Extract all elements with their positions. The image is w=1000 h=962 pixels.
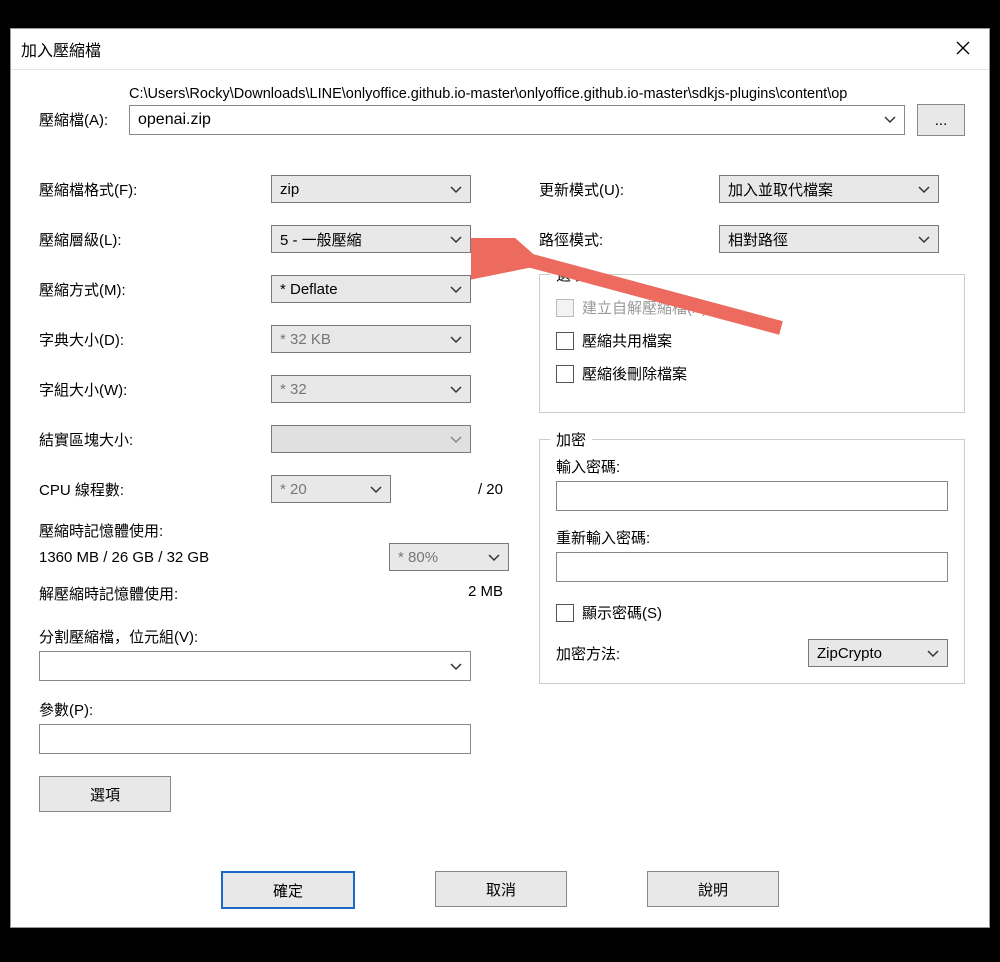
- delete-after-label: 壓縮後刪除檔案: [582, 363, 687, 384]
- delete-after-checkbox[interactable]: 壓縮後刪除檔案: [556, 363, 948, 384]
- path-mode-value: 相對路徑: [728, 229, 788, 250]
- compression-method-value: * Deflate: [280, 281, 338, 298]
- checkbox-icon: [556, 604, 574, 622]
- add-to-archive-dialog: 加入壓縮檔 壓縮檔(A): C:\Users\Rocky\Downloads\L…: [10, 28, 990, 928]
- password-label: 輸入密碼:: [556, 456, 948, 477]
- solid-block-size-dropdown[interactable]: [271, 425, 471, 453]
- dictionary-size-dropdown[interactable]: * 32 KB: [271, 325, 471, 353]
- memory-percent-dropdown[interactable]: * 80%: [389, 543, 509, 571]
- chevron-down-icon: [450, 231, 462, 248]
- path-mode-label: 路徑模式:: [539, 229, 719, 250]
- encryption-method-label: 加密方法:: [556, 643, 808, 664]
- compression-level-dropdown[interactable]: 5 - 一般壓縮: [271, 225, 471, 253]
- cancel-button-label: 取消: [486, 879, 516, 900]
- update-mode-label: 更新模式(U):: [539, 179, 719, 200]
- memory-decompress-value: 2 MB: [468, 583, 509, 604]
- ok-button[interactable]: 確定: [221, 871, 355, 909]
- split-volumes-label: 分割壓縮檔，位元組(V):: [39, 626, 509, 647]
- archive-format-label: 壓縮檔格式(F):: [39, 179, 271, 200]
- options-group: 選項 建立自解壓縮檔(X) 壓縮共用檔案 壓縮後刪除檔案: [539, 274, 965, 413]
- encryption-method-value: ZipCrypto: [817, 645, 882, 662]
- word-size-dropdown[interactable]: * 32: [271, 375, 471, 403]
- chevron-down-icon: [370, 481, 382, 498]
- word-size-label: 字組大小(W):: [39, 379, 271, 400]
- parameters-label: 參數(P):: [39, 699, 509, 720]
- update-mode-value: 加入並取代檔案: [728, 179, 833, 200]
- right-column: 更新模式(U): 加入並取代檔案 路徑模式: 相對路徑 選項: [539, 164, 965, 812]
- help-button[interactable]: 說明: [647, 871, 779, 907]
- checkbox-icon: [556, 332, 574, 350]
- sfx-checkbox-label: 建立自解壓縮檔(X): [582, 297, 707, 318]
- archive-label: 壓縮檔(A):: [39, 112, 108, 129]
- encryption-method-dropdown[interactable]: ZipCrypto: [808, 639, 948, 667]
- chevron-down-icon: [488, 549, 500, 566]
- options-button-label: 選項: [90, 784, 120, 805]
- memory-percent-value: * 80%: [398, 549, 438, 566]
- encryption-group-title: 加密: [550, 429, 592, 450]
- dialog-buttons: 確定 取消 說明: [11, 871, 989, 909]
- compression-level-value: 5 - 一般壓縮: [280, 229, 362, 250]
- options-button[interactable]: 選項: [39, 776, 171, 812]
- memory-decompress-label: 解壓縮時記憶體使用:: [39, 583, 468, 604]
- compress-shared-label: 壓縮共用檔案: [582, 330, 672, 351]
- sfx-checkbox: 建立自解壓縮檔(X): [556, 297, 948, 318]
- window-title: 加入壓縮檔: [21, 37, 101, 61]
- dialog-content: 壓縮檔(A): C:\Users\Rocky\Downloads\LINE\on…: [11, 70, 989, 812]
- encryption-group: 加密 輸入密碼: 重新輸入密碼: 顯示密碼(S) 加密方法:: [539, 439, 965, 684]
- chevron-down-icon: [918, 181, 930, 198]
- ok-button-label: 確定: [273, 880, 303, 901]
- split-volumes-combo[interactable]: [39, 651, 471, 681]
- options-group-title: 選項: [550, 264, 592, 285]
- close-icon: [956, 39, 970, 60]
- chevron-down-icon: [884, 111, 896, 129]
- browse-label: ...: [935, 112, 948, 129]
- dictionary-size-value: * 32 KB: [280, 331, 331, 348]
- chevron-down-icon: [450, 658, 462, 675]
- checkbox-icon: [556, 365, 574, 383]
- chevron-down-icon: [450, 181, 462, 198]
- compression-level-label: 壓縮層級(L):: [39, 229, 271, 250]
- parameters-input[interactable]: [39, 724, 471, 754]
- reenter-password-input[interactable]: [556, 552, 948, 582]
- chevron-down-icon: [450, 431, 462, 448]
- archive-format-dropdown[interactable]: zip: [271, 175, 471, 203]
- cpu-threads-dropdown[interactable]: * 20: [271, 475, 391, 503]
- show-password-checkbox[interactable]: 顯示密碼(S): [556, 602, 948, 623]
- show-password-label: 顯示密碼(S): [582, 602, 662, 623]
- titlebar: 加入壓縮檔: [11, 29, 989, 70]
- memory-compress-label: 壓縮時記憶體使用:: [39, 520, 509, 541]
- dictionary-size-label: 字典大小(D):: [39, 329, 271, 350]
- compress-shared-checkbox[interactable]: 壓縮共用檔案: [556, 330, 948, 351]
- help-button-label: 說明: [698, 879, 728, 900]
- password-input[interactable]: [556, 481, 948, 511]
- cpu-threads-label: CPU 線程數:: [39, 479, 271, 500]
- archive-filename-combo[interactable]: openai.zip: [129, 105, 905, 135]
- chevron-down-icon: [918, 231, 930, 248]
- chevron-down-icon: [450, 331, 462, 348]
- chevron-down-icon: [450, 381, 462, 398]
- chevron-down-icon: [927, 645, 939, 662]
- checkbox-icon: [556, 299, 574, 317]
- path-mode-dropdown[interactable]: 相對路徑: [719, 225, 939, 253]
- left-column: 壓縮檔格式(F): zip 壓縮層級(L): 5 - 一般壓縮 壓縮方式(M):: [39, 164, 509, 812]
- browse-button[interactable]: ...: [917, 104, 965, 136]
- chevron-down-icon: [450, 281, 462, 298]
- compression-method-label: 壓縮方式(M):: [39, 279, 271, 300]
- archive-path-text: C:\Users\Rocky\Downloads\LINE\onlyoffice…: [129, 86, 965, 102]
- cancel-button[interactable]: 取消: [435, 871, 567, 907]
- compression-method-dropdown[interactable]: * Deflate: [271, 275, 471, 303]
- reenter-password-label: 重新輸入密碼:: [556, 527, 948, 548]
- memory-compress-value: 1360 MB / 26 GB / 32 GB: [39, 549, 389, 566]
- solid-block-size-label: 結實區塊大小:: [39, 429, 271, 450]
- archive-filename-value: openai.zip: [138, 111, 211, 129]
- cpu-threads-value: * 20: [280, 481, 307, 498]
- word-size-value: * 32: [280, 381, 307, 398]
- cpu-total-label: / 20: [391, 481, 509, 498]
- update-mode-dropdown[interactable]: 加入並取代檔案: [719, 175, 939, 203]
- archive-format-value: zip: [280, 181, 299, 198]
- close-button[interactable]: [941, 31, 985, 67]
